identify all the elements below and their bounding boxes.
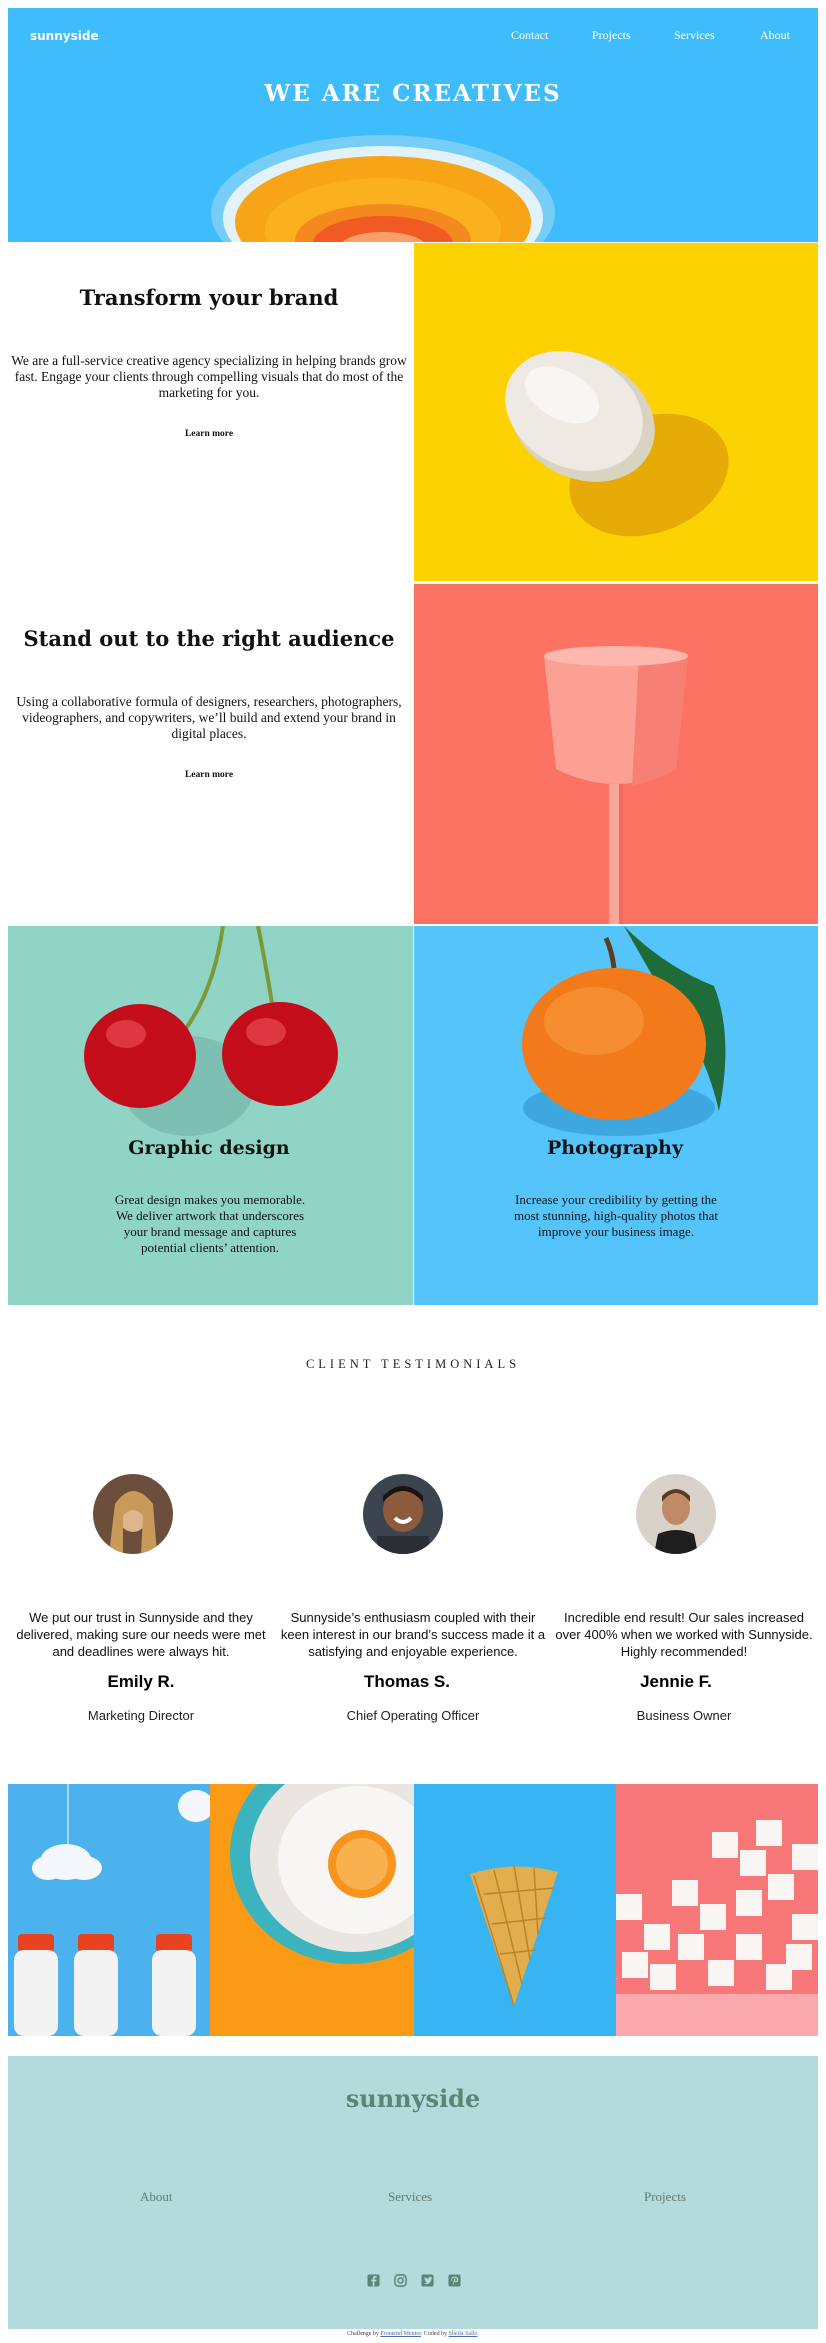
- site-logo[interactable]: sunnyside: [30, 29, 99, 43]
- avatar-thomas: [363, 1474, 443, 1554]
- learn-more-link[interactable]: Learn more: [185, 429, 233, 439]
- feature-title: Transform your brand: [79, 285, 339, 310]
- footer-link-projects[interactable]: Projects: [644, 2189, 686, 2205]
- feature-title: Stand out to the right audience: [23, 626, 395, 651]
- learn-more-link[interactable]: Learn more: [185, 770, 233, 780]
- attribution: Challenge by Frontend Mentor. Coded by S…: [0, 2331, 826, 2337]
- facebook-icon[interactable]: [367, 2274, 380, 2287]
- orange-image: [414, 926, 818, 1305]
- testimonial-quote: Sunnyside’s enthusiasm coupled with thei…: [280, 1610, 546, 1659]
- gallery-plate-image: [210, 1784, 414, 2036]
- pinterest-icon[interactable]: [448, 2274, 461, 2287]
- twitter-icon[interactable]: [421, 2274, 434, 2287]
- nav-services[interactable]: Services: [674, 28, 715, 43]
- testimonial-quote: Incredible end result! Our sales increas…: [555, 1610, 813, 1659]
- gallery-cone-image: [414, 1784, 616, 2036]
- attribution-middle: . Coded by: [420, 2331, 449, 2337]
- feature-transform: Transform your brand: [8, 285, 410, 310]
- hero-orange-image: [211, 135, 555, 242]
- testimonial-name: Thomas S.: [364, 1672, 450, 1691]
- testimonials-heading: CLIENT TESTIMONIALS: [305, 1357, 521, 1371]
- testimonial-name: Jennie F.: [640, 1672, 712, 1691]
- gallery-milk-image: [8, 1784, 210, 2036]
- nav-about[interactable]: About: [760, 28, 790, 43]
- footer-link-services[interactable]: Services: [388, 2189, 432, 2205]
- service-body: Great design makes you memorable. We del…: [114, 1192, 306, 1255]
- testimonial-role: Business Owner: [636, 1708, 732, 1723]
- hero-title: WE ARE CREATIVES: [264, 80, 562, 107]
- frontend-mentor-link[interactable]: Frontend Mentor: [380, 2331, 421, 2337]
- testimonial-role: Marketing Director: [87, 1708, 195, 1723]
- gallery-sugar-image: [616, 1784, 818, 2036]
- nav-projects[interactable]: Projects: [592, 28, 631, 43]
- avatar-jennie: [636, 1474, 716, 1554]
- attribution-prefix: Challenge by: [347, 2331, 381, 2337]
- nav-contact[interactable]: Contact: [511, 28, 548, 43]
- instagram-icon[interactable]: [394, 2274, 407, 2287]
- hero-section: sunnyside Contact Projects Services Abou…: [8, 8, 818, 242]
- footer-logo[interactable]: sunnyside: [8, 2084, 818, 2113]
- footer-link-about[interactable]: About: [140, 2189, 173, 2205]
- author-link[interactable]: Sheila Sallo: [449, 2331, 478, 2337]
- testimonial-name: Emily R.: [107, 1672, 175, 1691]
- cup-image: [414, 584, 818, 924]
- egg-image: [414, 243, 818, 581]
- feature-body: Using a collaborative formula of designe…: [16, 694, 402, 741]
- feature-body: We are a full-service creative agency sp…: [11, 353, 407, 400]
- testimonial-quote: We put our trust in Sunnyside and they d…: [16, 1610, 266, 1659]
- service-title: Photography: [547, 1137, 683, 1159]
- attribution-suffix: .: [477, 2331, 479, 2337]
- site-footer: sunnyside About Services Projects: [8, 2056, 818, 2329]
- service-title: Graphic design: [128, 1137, 290, 1159]
- testimonial-role: Chief Operating Officer: [346, 1708, 480, 1723]
- avatar-emily: [93, 1474, 173, 1554]
- service-body: Increase your credibility by getting the…: [513, 1192, 719, 1239]
